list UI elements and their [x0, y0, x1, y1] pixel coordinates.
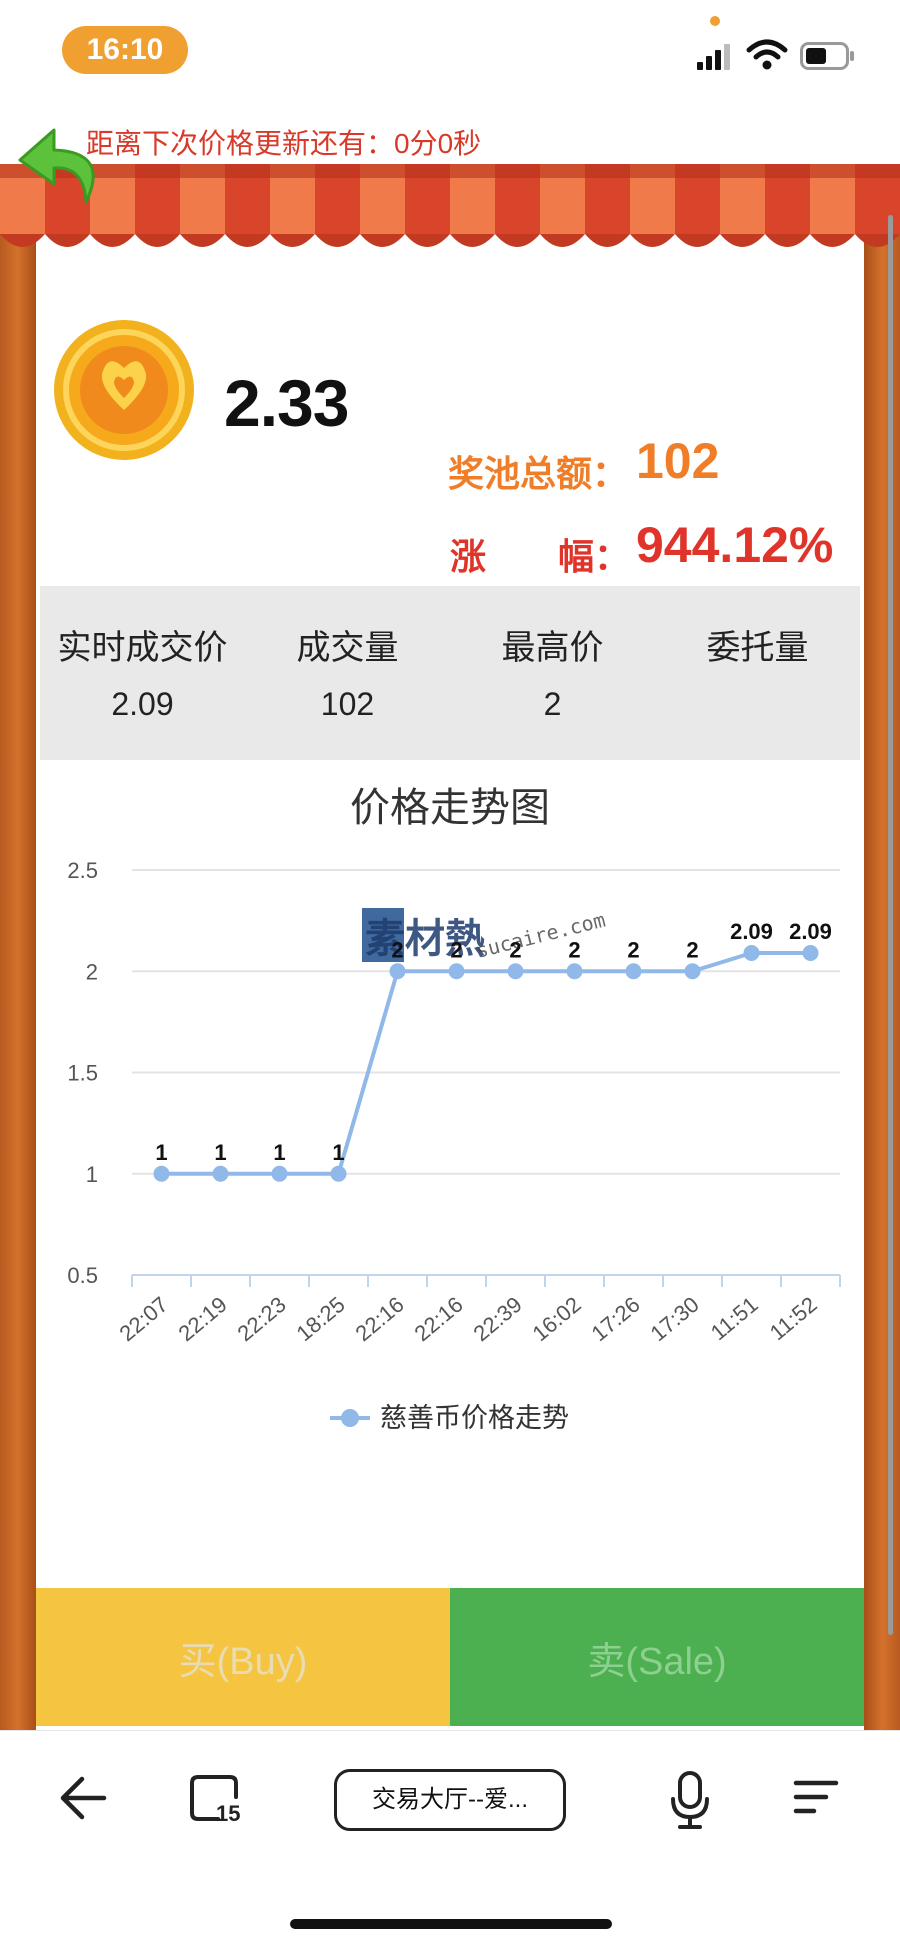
wifi-icon [746, 39, 788, 70]
svg-text:15: 15 [216, 1801, 240, 1825]
data-point [566, 963, 583, 980]
browser-back-icon[interactable] [58, 1773, 108, 1823]
stat-value: 2.09 [111, 686, 174, 722]
current-price: 2.33 [224, 366, 349, 440]
legend-marker [341, 1409, 359, 1427]
x-tick-label: 22:16 [409, 1292, 467, 1347]
stat-realtime-price: 实时成交价 2.09 [40, 586, 245, 760]
data-point [212, 1165, 229, 1182]
data-label: 2.09 [789, 919, 832, 944]
stat-label: 委托量 [706, 629, 809, 667]
next-update-countdown: 距离下次价格更新还有：0分0秒 [86, 128, 482, 159]
stat-order-volume: 委托量 [655, 586, 860, 760]
x-tick-label: 11:51 [706, 1292, 763, 1345]
browser-toolbar: 15 交易大厅--爱... [0, 1730, 900, 1949]
data-point [684, 963, 701, 980]
status-time: 16:10 [62, 26, 188, 74]
chart-title: 价格走势图 [350, 786, 550, 830]
menu-icon[interactable] [792, 1777, 840, 1819]
status-bar: 16:10 [0, 0, 900, 100]
stat-label: 最高价 [501, 629, 604, 667]
legend-label: 慈善币价格走势 [380, 1403, 569, 1434]
stat-volume: 成交量 102 [245, 586, 450, 760]
x-tick-label: 22:23 [232, 1292, 290, 1347]
privacy-dot-icon [710, 16, 720, 26]
pool-total-label: 奖池总额： [448, 453, 629, 494]
battery-icon [800, 42, 854, 70]
y-tick-label: 2 [86, 959, 98, 984]
change-value: 944.12% [636, 517, 834, 573]
data-label: 2 [686, 937, 698, 962]
y-tick-label: 1.5 [67, 1061, 98, 1086]
data-point [802, 945, 819, 962]
stat-highest-price: 最高价 2 [450, 586, 655, 760]
striped-awning [0, 164, 900, 247]
x-tick-label: 11:52 [765, 1292, 822, 1345]
data-point [271, 1165, 288, 1182]
data-label: 2.09 [730, 919, 773, 944]
watermark-text: 素材熱 [365, 916, 485, 962]
data-label: 1 [273, 1140, 285, 1165]
data-label: 2 [509, 937, 521, 962]
sale-button[interactable]: 卖(Sale) [450, 1588, 864, 1726]
tabs-icon[interactable]: 15 [188, 1773, 240, 1825]
buy-button[interactable]: 买(Buy) [36, 1588, 450, 1726]
data-label: 1 [332, 1140, 344, 1165]
data-label: 1 [214, 1140, 226, 1165]
stat-value: 102 [320, 686, 375, 722]
data-point [448, 963, 465, 980]
watermark-url: sucaire.com [473, 908, 607, 963]
x-tick-label: 18:25 [291, 1292, 349, 1347]
stat-label: 实时成交价 [57, 629, 228, 667]
coin-icon [54, 320, 194, 460]
data-label: 2 [568, 937, 580, 962]
y-tick-label: 0.5 [67, 1263, 98, 1288]
data-point [389, 963, 406, 980]
series-line [161, 951, 811, 1176]
x-tick-label: 22:39 [468, 1292, 526, 1347]
stat-value: 2 [543, 686, 562, 722]
stat-label: 成交量 [296, 629, 399, 667]
data-label: 1 [155, 1140, 167, 1165]
y-tick-label: 1 [86, 1162, 98, 1187]
x-tick-label: 16:02 [527, 1292, 585, 1347]
change-label: 涨 幅： [450, 536, 631, 577]
data-point [330, 1165, 347, 1182]
data-point [507, 963, 524, 980]
y-tick-label: 2.5 [67, 858, 98, 883]
data-label: 2 [391, 937, 403, 962]
address-bar[interactable]: 交易大厅--爱... [334, 1769, 566, 1831]
market-stats: 实时成交价 2.09 成交量 102 最高价 2 委托量 [40, 586, 860, 760]
x-tick-label: 17:26 [586, 1292, 644, 1347]
data-label: 2 [450, 937, 462, 962]
data-point [625, 963, 642, 980]
data-point [153, 1165, 170, 1182]
data-label: 2 [627, 937, 639, 962]
data-point [743, 945, 760, 962]
x-tick-label: 22:19 [173, 1292, 231, 1347]
x-tick-label: 17:30 [645, 1292, 703, 1347]
x-tick-label: 22:07 [114, 1292, 172, 1347]
home-indicator [290, 1919, 612, 1929]
pool-total-value: 102 [636, 433, 720, 489]
cellular-signal-icon [697, 44, 730, 70]
x-tick-label: 22:16 [350, 1292, 408, 1347]
microphone-icon[interactable] [670, 1771, 710, 1829]
price-trend-chart: 0.511.522.522:07 22:19 22:23 18:25 22:16 22:1… [67, 858, 841, 1434]
